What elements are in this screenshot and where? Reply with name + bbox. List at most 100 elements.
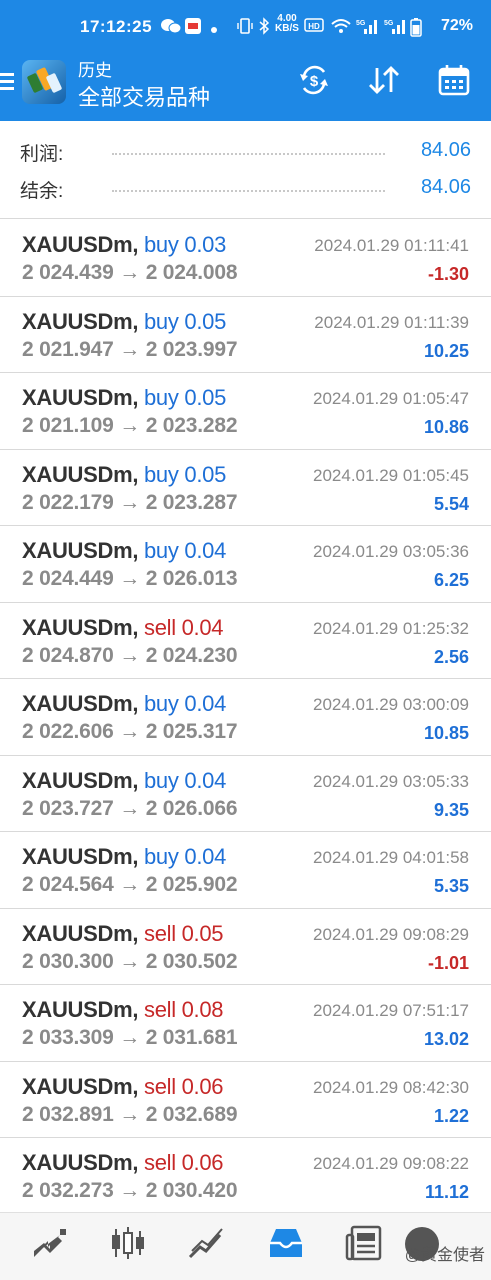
signal-5g-icon: 5G [356, 17, 380, 39]
calendar-icon[interactable] [436, 62, 472, 98]
deal-time: 2024.01.29 01:05:45 [313, 465, 469, 485]
deal-symbol: XAUUSDm, [22, 767, 139, 793]
sort-icon[interactable] [366, 62, 402, 98]
deal-time: 2024.01.29 01:25:32 [313, 618, 469, 638]
deal-symbol: XAUUSDm, [22, 232, 139, 257]
deal-prices: 2 022.606 → 2 025.317 [22, 720, 238, 743]
currency-exchange-icon[interactable]: $ [296, 62, 332, 98]
deal-row[interactable]: XAUUSDm, sell 0.05 2 030.300 → 2 030.502… [0, 909, 491, 985]
bottom-navigation: @黄金使者 [0, 1212, 491, 1280]
deal-row[interactable]: XAUUSDm, buy 0.05 2 021.947 → 2 023.997 … [0, 297, 491, 373]
svg-text:5G: 5G [384, 20, 394, 27]
deal-side-type: buy [144, 691, 179, 716]
deal-prices: 2 024.439 → 2 024.008 [22, 261, 238, 284]
deal-side-type: buy [144, 461, 179, 487]
deal-profit: 5.35 [433, 876, 469, 896]
deal-row[interactable]: XAUUSDm, buy 0.05 2 022.179 → 2 023.287 … [0, 450, 491, 526]
balance-row: 结余: 84.06 [20, 172, 471, 206]
deal-side-type: sell [144, 1073, 176, 1099]
deal-volume: 0.05 [184, 385, 227, 410]
deal-side-type: sell [144, 997, 176, 1022]
deal-row[interactable]: XAUUSDm, buy 0.03 2 024.439 → 2 024.008 … [0, 220, 491, 297]
deal-profit: 11.12 [424, 1182, 469, 1202]
deal-profit: -1.01 [427, 952, 469, 973]
history-icon[interactable] [266, 1223, 306, 1263]
deal-side: buy 0.04 [144, 844, 226, 869]
deal-profit: -1.30 [427, 264, 469, 284]
profit-value: 84.06 [420, 139, 471, 161]
deal-row[interactable]: XAUUSDm, sell 0.08 2 033.309 → 2 031.681… [0, 985, 491, 1062]
deal-time: 2024.01.29 09:08:22 [313, 1154, 469, 1173]
deal-row[interactable]: XAUUSDm, sell 0.06 2 032.891 → 2 032.689… [0, 1062, 491, 1138]
vibrate-icon [236, 17, 254, 39]
deal-row[interactable]: XAUUSDm, sell 0.06 2 032.273 → 2 030.420… [0, 1138, 491, 1215]
deal-side-type: buy [144, 767, 179, 793]
chart-icon[interactable] [108, 1223, 148, 1263]
network-speed-text: 4.00 KB/S [275, 13, 299, 34]
deal-profit: 10.86 [423, 417, 469, 437]
page-title[interactable]: 全部交易品种 [78, 80, 210, 112]
battery-percent: 72% [440, 17, 473, 34]
deal-row[interactable]: XAUUSDm, buy 0.04 2 024.564 → 2 025.902 … [0, 832, 491, 909]
deal-side: sell 0.06 [144, 1150, 224, 1175]
page-subtitle: 历史 [78, 61, 112, 80]
deal-profit: 10.85 [423, 723, 469, 743]
trade-icon[interactable] [186, 1223, 226, 1263]
deal-prices: 2 024.564 → 2 025.902 [22, 873, 238, 896]
deal-prices: 2 024.449 → 2 026.013 [22, 567, 238, 590]
deal-side-type: buy [144, 232, 179, 257]
deal-side: sell 0.08 [144, 997, 224, 1022]
summary-panel: 利润: 84.06 结余: 84.06 [0, 121, 491, 219]
battery-icon [410, 17, 422, 41]
news-icon[interactable] [344, 1223, 384, 1263]
deal-profit: 1.22 [433, 1105, 469, 1126]
deal-volume: 0.04 [184, 844, 227, 869]
deal-prices: 2 023.727 → 2 026.066 [22, 796, 238, 820]
dotted-leader [112, 190, 385, 192]
deal-side-type: sell [144, 1150, 176, 1175]
deal-time: 2024.01.29 01:11:39 [314, 312, 469, 332]
menu-icon[interactable] [0, 70, 16, 94]
deal-side: sell 0.05 [144, 921, 224, 946]
deal-row[interactable]: XAUUSDm, buy 0.04 2 024.449 → 2 026.013 … [0, 526, 491, 603]
balance-label: 结余: [20, 181, 64, 202]
deal-side: buy 0.04 [144, 538, 226, 563]
deal-symbol: XAUUSDm, [22, 920, 139, 946]
deal-prices: 2 032.273 → 2 030.420 [22, 1179, 238, 1202]
wechat-icon [160, 17, 182, 39]
deal-prices: 2 032.891 → 2 032.689 [22, 1102, 238, 1126]
deal-profit: 2.56 [433, 646, 469, 667]
deal-prices: 2 033.309 → 2 031.681 [22, 1026, 238, 1049]
hd-icon: HD [304, 17, 324, 37]
quotes-icon[interactable] [30, 1223, 70, 1263]
deal-row[interactable]: XAUUSDm, buy 0.05 2 021.109 → 2 023.282 … [0, 373, 491, 450]
deal-volume: 0.06 [181, 1150, 224, 1175]
deal-volume: 0.04 [184, 767, 227, 793]
deal-prices: 2 021.109 → 2 023.282 [22, 414, 238, 437]
deal-symbol: XAUUSDm, [22, 691, 139, 716]
deal-volume: 0.04 [181, 614, 224, 640]
deal-profit: 13.02 [423, 1029, 469, 1049]
top-bar: 17:12:25 4.00 KB/S HD 5G 5G 72% 历史 全部交易品… [0, 0, 491, 121]
deal-time: 2024.01.29 08:42:30 [313, 1077, 469, 1097]
deal-profit: 5.54 [433, 493, 469, 514]
deal-side-type: buy [144, 844, 179, 869]
deal-prices: 2 022.179 → 2 023.287 [22, 490, 238, 514]
deal-side: buy 0.05 [144, 309, 226, 334]
deal-row[interactable]: XAUUSDm, sell 0.04 2 024.870 → 2 024.230… [0, 603, 491, 679]
deal-profit: 10.25 [423, 340, 469, 361]
deal-volume: 0.08 [181, 997, 224, 1022]
deal-symbol: XAUUSDm, [22, 1150, 139, 1175]
bluetooth-icon [258, 17, 270, 39]
app-bar: 历史 全部交易品种 $ [0, 56, 491, 121]
deal-time: 2024.01.29 01:05:47 [313, 389, 469, 408]
deal-side: buy 0.04 [144, 691, 226, 716]
deal-symbol: XAUUSDm, [22, 461, 139, 487]
deal-time: 2024.01.29 03:05:36 [313, 542, 469, 561]
deal-time: 2024.01.29 03:05:33 [313, 771, 469, 791]
deal-row[interactable]: XAUUSDm, buy 0.04 2 023.727 → 2 026.066 … [0, 756, 491, 832]
deal-time: 2024.01.29 04:01:58 [313, 848, 469, 867]
deal-side-type: sell [144, 614, 176, 640]
deal-prices: 2 024.870 → 2 024.230 [22, 643, 238, 667]
deal-row[interactable]: XAUUSDm, buy 0.04 2 022.606 → 2 025.317 … [0, 679, 491, 756]
